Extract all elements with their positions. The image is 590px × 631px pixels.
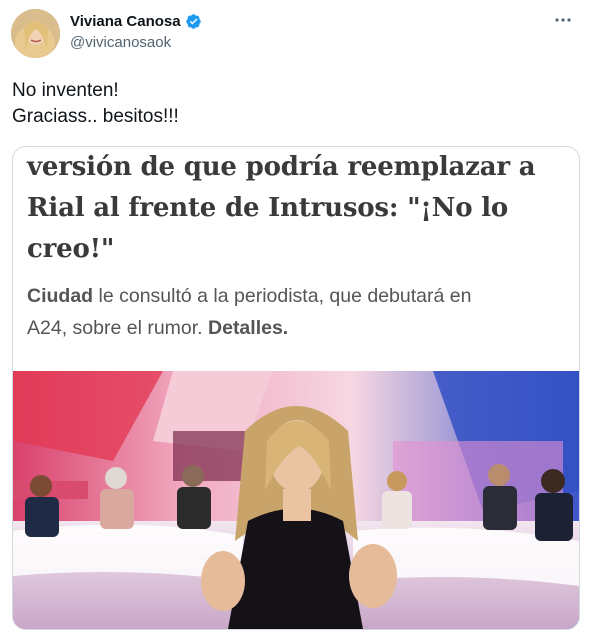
subtitle-text: le consultó a la periodista, que debutar… [93, 285, 472, 307]
tweet-text: No inventen! Graciass.. besitos!!! [12, 78, 179, 130]
subtitle-text: A24, sobre el rumor. [27, 317, 209, 339]
article-headline: versión de que podría reemplazar a Rial … [27, 147, 567, 270]
article-photo[interactable] [13, 371, 579, 629]
verified-badge-icon [185, 14, 201, 29]
headline-line: Rial al frente de Intrusos: "¡No lo [27, 193, 509, 223]
subtitle-lead: Ciudad [27, 285, 94, 307]
tweet-text-line: Graciass.. besitos!!! [12, 106, 179, 127]
more-options-icon[interactable] [553, 10, 573, 30]
avatar[interactable] [11, 9, 60, 58]
details-link[interactable]: Detalles. [208, 317, 288, 339]
article-subtitle: Ciudad le consultó a la periodista, que … [27, 280, 572, 344]
display-name[interactable]: Viviana Canosa [70, 13, 181, 30]
tweet-header: Viviana Canosa @vivicanosaok [0, 0, 590, 70]
tweet-text-line: No inventen! [12, 80, 119, 101]
user-handle[interactable]: @vivicanosaok [70, 34, 171, 51]
headline-line: creo!" [27, 234, 115, 264]
link-card[interactable]: versión de que podría reemplazar a Rial … [12, 146, 580, 630]
headline-line: versión de que podría reemplazar a [27, 152, 536, 182]
